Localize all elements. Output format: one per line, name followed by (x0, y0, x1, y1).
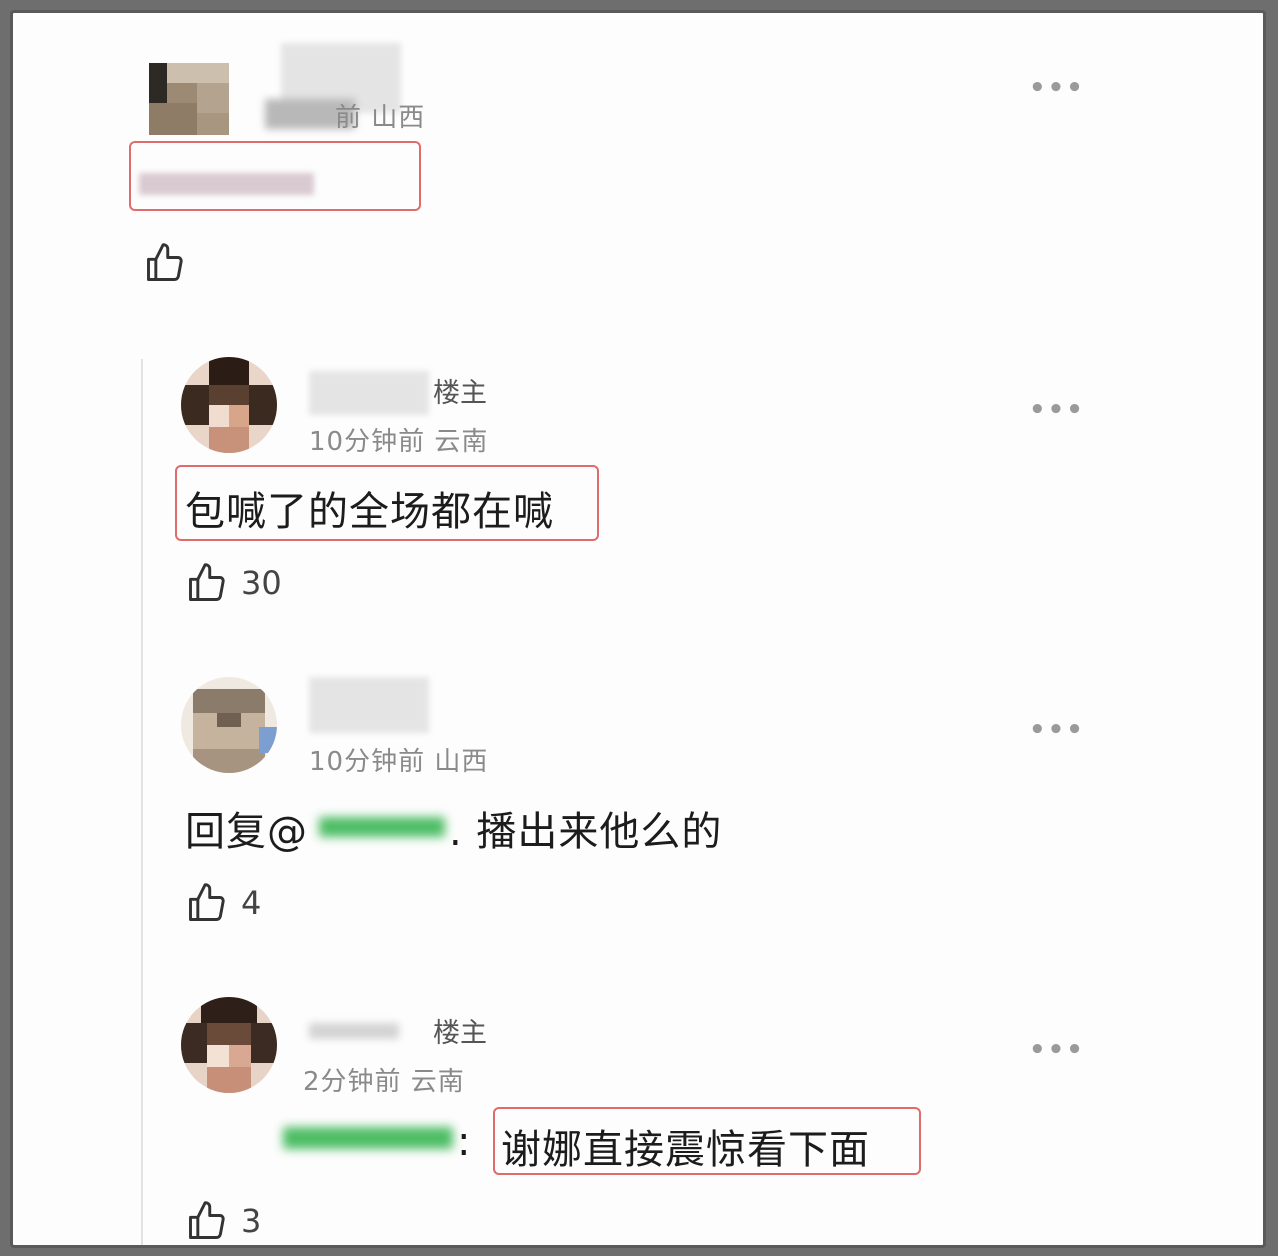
mention-redacted[interactable] (319, 817, 445, 837)
comment-meta: 2分钟前 云南 (303, 1067, 465, 1097)
like-button[interactable]: 4 (185, 881, 261, 925)
comment-meta: 10分钟前 山西 (309, 747, 489, 777)
comment-text: 谢娜直接震惊看下面 (501, 1127, 870, 1173)
comment-text: . 播出来他么的 (449, 809, 723, 855)
more-options-icon[interactable]: ••• (1029, 395, 1085, 425)
mention-redacted[interactable] (283, 1127, 453, 1149)
thumbs-up-icon (189, 883, 225, 921)
more-options-icon[interactable]: ••• (1029, 1035, 1085, 1065)
comment-screenshot-frame: 前 山西 ••• 楼主 10分钟前 云南 ••• 包喊了的全场都在喊 30 10… (10, 10, 1266, 1248)
avatar[interactable] (181, 677, 277, 773)
username-redacted (309, 677, 429, 733)
like-count: 30 (241, 564, 282, 602)
like-button[interactable] (143, 241, 187, 285)
more-options-icon[interactable]: ••• (1029, 715, 1085, 745)
thread-line (141, 359, 143, 1245)
more-options-icon[interactable]: ••• (1029, 73, 1085, 103)
like-button[interactable]: 3 (185, 1199, 261, 1243)
like-button[interactable]: 30 (185, 561, 282, 605)
comment-meta: 前 山西 (335, 103, 426, 133)
avatar[interactable] (181, 997, 277, 1093)
thumbs-up-icon (189, 1201, 225, 1239)
like-count: 4 (241, 884, 262, 922)
username-redacted (309, 371, 429, 415)
comment-meta: 10分钟前 云南 (309, 427, 489, 457)
like-count: 3 (241, 1202, 262, 1240)
owner-tag: 楼主 (433, 1018, 487, 1049)
thumbs-up-icon (147, 243, 183, 281)
avatar[interactable] (181, 357, 277, 453)
owner-tag: 楼主 (433, 378, 487, 409)
reply-prefix: 回复@ (185, 809, 308, 855)
thumbs-up-icon (189, 563, 225, 601)
comment-text-redacted (139, 173, 314, 195)
comment-text: 包喊了的全场都在喊 (185, 489, 554, 535)
avatar[interactable] (149, 63, 229, 135)
reply-colon: : (457, 1119, 472, 1165)
username-redacted (309, 1023, 399, 1039)
